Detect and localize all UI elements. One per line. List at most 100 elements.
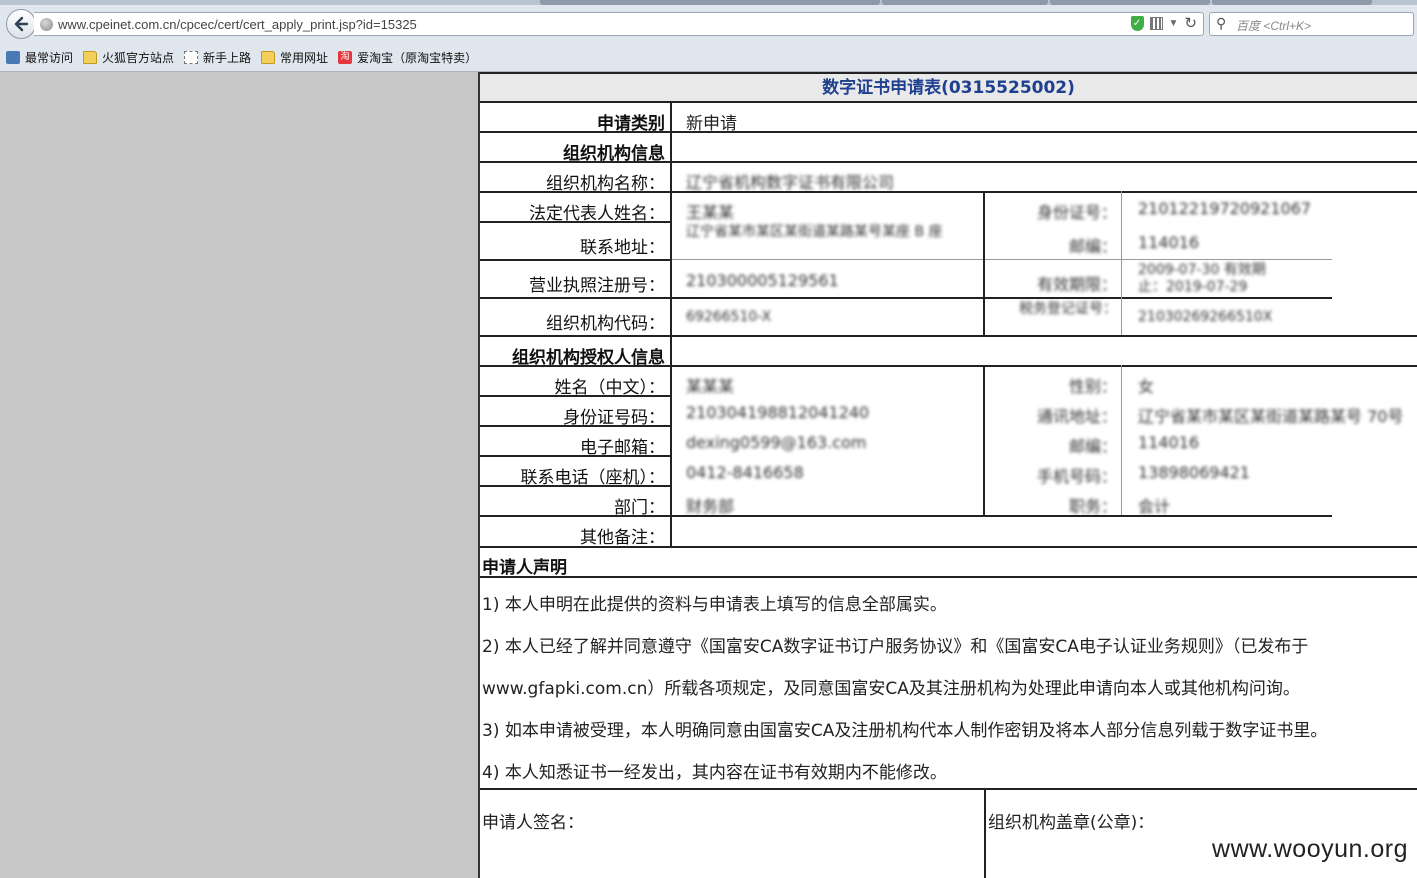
search-placeholder[interactable]: 百度 <Ctrl+K> bbox=[1236, 17, 1311, 34]
org-code-label: 组织机构代码： bbox=[546, 314, 665, 334]
postcode-value: 114016 bbox=[1138, 233, 1200, 252]
id-label: 身份证号码： bbox=[563, 408, 665, 428]
dept-value: 财务部 bbox=[686, 497, 735, 516]
position-value: 会计 bbox=[1138, 497, 1171, 516]
mobile-label: 手机号码： bbox=[1036, 467, 1117, 486]
page-icon bbox=[184, 50, 199, 64]
watermark: www.wooyun.org bbox=[1212, 835, 1408, 863]
reload-icon[interactable]: ↻ bbox=[1184, 16, 1197, 31]
remarks-label: 其他备注： bbox=[580, 528, 665, 548]
gender-label: 性别： bbox=[1068, 377, 1117, 396]
bookmark-firefox-site[interactable]: 火狐官方站点 bbox=[83, 49, 174, 66]
bookmark-label: 爱淘宝（原淘宝特卖） bbox=[357, 50, 478, 65]
contact-address-label: 通讯地址： bbox=[1036, 407, 1117, 426]
taobao-icon: 淘 bbox=[338, 50, 353, 64]
address-bar[interactable]: www.cpeinet.com.cn/cpcec/cert/cert_apply… bbox=[34, 12, 1204, 36]
back-button[interactable] bbox=[6, 9, 36, 39]
auth-section-heading: 组织机构授权人信息 bbox=[512, 348, 665, 368]
tab[interactable] bbox=[1050, 0, 1210, 5]
tab[interactable] bbox=[540, 0, 880, 5]
search-icon: ⚲ bbox=[1216, 15, 1227, 31]
declaration-line: 2) 本人已经了解并同意遵守《国富安CA数字证书订户服务协议》和《国富安CA电子… bbox=[482, 637, 1309, 657]
phone-label: 联系电话（座机）： bbox=[520, 468, 666, 488]
address-value: 辽宁省某市某区某街道某路某号某座 B 座 bbox=[686, 224, 943, 240]
divider bbox=[480, 788, 1417, 790]
qr-code-icon[interactable] bbox=[1149, 17, 1163, 30]
back-arrow-icon bbox=[14, 16, 29, 32]
bookmark-label: 火狐官方站点 bbox=[102, 50, 175, 65]
org-name-value: 辽宁省机构数字证书有限公司 bbox=[686, 173, 895, 192]
zip-label: 邮编： bbox=[1068, 437, 1117, 456]
license-value: 210300005129561 bbox=[686, 271, 839, 290]
address-label: 联系地址： bbox=[580, 238, 665, 258]
dept-label: 部门： bbox=[614, 498, 665, 518]
signature-label: 申请人签名： bbox=[482, 813, 584, 833]
legal-id-value: 21012219720921067 bbox=[1138, 199, 1312, 218]
search-box[interactable]: ⚲ 百度 <Ctrl+K> bbox=[1209, 12, 1414, 36]
globe-icon bbox=[40, 18, 53, 31]
divider bbox=[480, 297, 1332, 299]
divider bbox=[1121, 191, 1122, 335]
legal-rep-label: 法定代表人姓名： bbox=[529, 204, 665, 224]
divider bbox=[670, 103, 672, 546]
gender-value: 女 bbox=[1138, 377, 1155, 396]
mobile-value: 13898069421 bbox=[1138, 463, 1250, 482]
org-code-value: 69266510-X bbox=[686, 309, 772, 325]
declaration-heading: 申请人声明 bbox=[482, 558, 567, 578]
validity-value: 2009-07-30 有效期 止：2019-07-29 bbox=[1138, 262, 1266, 296]
bookmarks-toolbar: 最常访问 火狐官方站点 新手上路 常用网址 淘 爱淘宝（原淘宝特卖） bbox=[0, 45, 481, 69]
org-name-label: 组织机构名称： bbox=[546, 174, 665, 194]
declaration-line: 3) 如本申请被受理，本人明确同意由国富安CA及注册机构代本人制作密钥及将本人部… bbox=[482, 721, 1328, 741]
tab[interactable] bbox=[882, 0, 1048, 5]
phone-value: 0412-8416658 bbox=[686, 463, 804, 482]
dropdown-icon[interactable]: ▼ bbox=[1169, 18, 1179, 29]
bookmark-label: 常用网址 bbox=[280, 50, 329, 65]
most-visited-icon bbox=[6, 50, 20, 64]
legal-id-label: 身份证号： bbox=[1036, 203, 1117, 222]
divider bbox=[480, 576, 1417, 578]
tax-label: 税务登记证号： bbox=[1019, 301, 1117, 317]
address-url[interactable]: www.cpeinet.com.cn/cpcec/cert/cert_apply… bbox=[58, 17, 417, 32]
zip-value: 114016 bbox=[1138, 433, 1200, 452]
application-form: 数字证书申请表(0315525002) 申请类别 新申请 组织机构信息 组织机构… bbox=[478, 72, 1417, 878]
declaration-line: www.gfapki.com.cn）所载各项规定，及同意国富安CA及其注册机构为… bbox=[482, 679, 1300, 699]
email-label: 电子邮箱： bbox=[580, 438, 665, 458]
bookmark-getting-started[interactable]: 新手上路 bbox=[184, 49, 251, 66]
shield-icon[interactable]: ✓ bbox=[1130, 16, 1144, 31]
browser-chrome: www.cpeinet.com.cn/cpcec/cert/cert_apply… bbox=[0, 0, 1417, 72]
bookmark-aitaobao[interactable]: 淘 爱淘宝（原淘宝特卖） bbox=[338, 49, 477, 66]
divider bbox=[480, 335, 1417, 337]
tab-strip bbox=[0, 0, 1417, 5]
divider bbox=[1121, 365, 1122, 515]
declaration-line: 1) 本人申明在此提供的资料与申请表上填写的信息全部属实。 bbox=[482, 595, 947, 615]
tax-value: 21030269266510X bbox=[1138, 309, 1273, 325]
name-value: 某某某 bbox=[686, 377, 735, 396]
postcode-label: 邮编： bbox=[1068, 237, 1117, 256]
name-label: 姓名（中文）： bbox=[554, 378, 666, 398]
bookmark-label: 最常访问 bbox=[25, 50, 74, 65]
folder-icon bbox=[261, 50, 276, 64]
bookmark-label: 新手上路 bbox=[203, 50, 252, 65]
bookmark-common-sites[interactable]: 常用网址 bbox=[261, 49, 328, 66]
validity-label: 有效期限： bbox=[1036, 275, 1117, 294]
divider bbox=[672, 259, 1332, 260]
folder-icon bbox=[83, 50, 98, 64]
divider bbox=[984, 788, 986, 878]
apply-type-value: 新申请 bbox=[686, 114, 737, 134]
validity-value-line: 2009-07-30 有效期 bbox=[1138, 262, 1266, 278]
license-label: 营业执照注册号： bbox=[529, 276, 665, 296]
contact-address-value: 辽宁省某市某区某街道某路某号 70号 bbox=[1138, 407, 1404, 426]
position-label: 职务： bbox=[1068, 497, 1117, 516]
bookmark-most-visited[interactable]: 最常访问 bbox=[6, 49, 73, 66]
id-value: 210304198812041240 bbox=[686, 403, 870, 422]
org-section-heading: 组织机构信息 bbox=[563, 144, 665, 164]
tab[interactable] bbox=[1212, 0, 1372, 5]
declaration-line: 4) 本人知悉证书一经发出，其内容在证书有效期内不能修改。 bbox=[482, 763, 947, 783]
email-value: dexing0599@163.com bbox=[686, 433, 867, 452]
legal-rep-value: 王某某 bbox=[686, 203, 735, 222]
form-title: 数字证书申请表(0315525002) bbox=[480, 72, 1417, 103]
divider bbox=[480, 259, 672, 261]
seal-label: 组织机构盖章(公章)： bbox=[988, 813, 1155, 833]
apply-type-label: 申请类别 bbox=[597, 114, 665, 134]
validity-value-line: 止：2019-07-29 bbox=[1138, 279, 1248, 295]
